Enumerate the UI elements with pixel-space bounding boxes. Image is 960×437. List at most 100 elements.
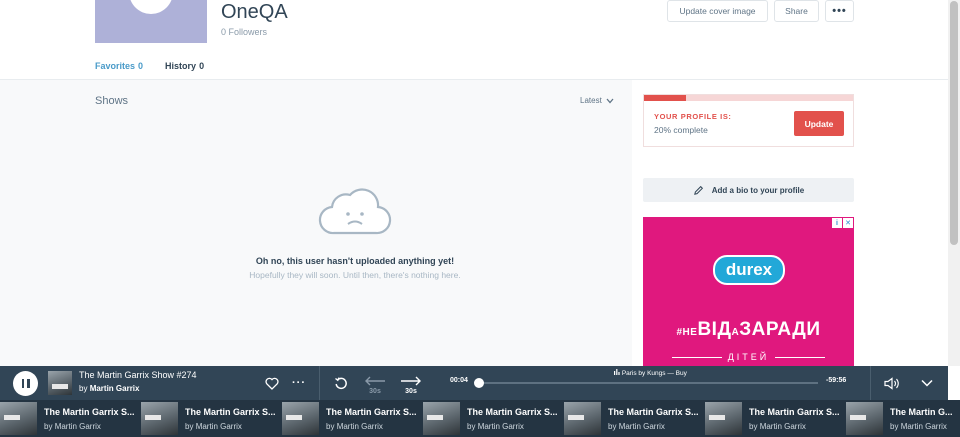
tab-favorites[interactable]: Favorites 0 <box>95 55 144 81</box>
queue-item[interactable]: The Martin Garrix S... by Martin Garrix <box>141 400 282 437</box>
remaining-time: -59:56 <box>826 377 847 384</box>
tab-count: 0 <box>138 61 144 71</box>
queue-item-artist[interactable]: by Martin Garrix <box>44 422 101 431</box>
seek-bar[interactable] <box>478 382 818 384</box>
update-cover-button[interactable]: Update cover image <box>667 0 768 22</box>
ad-subtitle: ДІТЕЙ <box>643 352 854 362</box>
avatar[interactable] <box>129 0 173 14</box>
profile-tabs: Favorites 0 History 0 <box>95 55 204 81</box>
now-playing-label: Paris by Kungs — Buy <box>621 370 687 377</box>
page: OneQA 0 Followers Update cover image Sha… <box>0 0 960 437</box>
forward-30-icon[interactable]: 30s <box>398 372 424 396</box>
ad-slogan-post: ЗАРАДИ <box>739 319 821 340</box>
sort-dropdown[interactable]: Latest <box>580 96 614 105</box>
queue-item-title[interactable]: The Martin G... <box>890 407 953 417</box>
player-divider <box>870 366 871 400</box>
queue-item-title[interactable]: The Martin Garrix S... <box>467 407 558 417</box>
queue-item-title[interactable]: The Martin Garrix S... <box>185 407 276 417</box>
queue-item-artist[interactable]: by Martin Garrix <box>608 422 665 431</box>
ad-slogan-pre: #НЕ <box>676 327 698 338</box>
player-artist[interactable]: by Martin Garrix <box>79 384 139 393</box>
queue-item-by: by <box>185 422 194 431</box>
tab-history[interactable]: History 0 <box>165 55 204 80</box>
page-scrollbar[interactable] <box>948 0 960 366</box>
followers-count[interactable]: 0 Followers <box>221 27 267 37</box>
queue-item-artist-name: Martin Garrix <box>900 422 947 431</box>
queue-cover-art[interactable] <box>141 402 178 435</box>
ad-badges: i ✕ <box>832 218 853 228</box>
queue-item-artist-name: Martin Garrix <box>195 422 242 431</box>
queue-item-by: by <box>608 422 617 431</box>
profile-name: OneQA <box>221 1 288 23</box>
rewind-30-label: 30s <box>369 388 381 395</box>
queue-cover-art[interactable] <box>705 402 742 435</box>
player-track-title[interactable]: The Martin Garrix Show #274 <box>79 370 197 380</box>
queue-item-artist-name: Martin Garrix <box>618 422 665 431</box>
scrollbar-thumb[interactable] <box>950 1 958 245</box>
more-options-button[interactable]: ••• <box>825 0 854 22</box>
queue-item-title[interactable]: The Martin Garrix S... <box>749 407 840 417</box>
chevron-down-icon <box>606 98 614 103</box>
queue-item[interactable]: The Martin Garrix S... by Martin Garrix <box>423 400 564 437</box>
profile-cover-avatar[interactable] <box>95 0 207 43</box>
rewind-30-icon[interactable]: 30s <box>362 372 388 396</box>
queue-item-artist-name: Martin Garrix <box>54 422 101 431</box>
queue-item-artist[interactable]: by Martin Garrix <box>326 422 383 431</box>
queue-cover-art[interactable] <box>0 402 37 435</box>
heart-icon[interactable] <box>264 375 280 391</box>
player-artist-name: Martin Garrix <box>89 384 140 393</box>
share-button[interactable]: Share <box>774 0 819 22</box>
ad-logo: durex <box>713 255 785 285</box>
update-profile-button[interactable]: Update <box>794 111 844 136</box>
queue-item-title[interactable]: The Martin Garrix S... <box>326 407 417 417</box>
queue-item[interactable]: The Martin Garrix S... by Martin Garrix <box>0 400 141 437</box>
queue-item[interactable]: The Martin Garrix S... by Martin Garrix <box>282 400 423 437</box>
ad-close-icon[interactable]: ✕ <box>843 218 853 228</box>
queue-item[interactable]: The Martin Garrix S... by Martin Garrix <box>564 400 705 437</box>
queue-item-artist[interactable]: by Martin Garrix <box>749 422 806 431</box>
chevron-down-icon[interactable] <box>918 375 936 391</box>
queue-item[interactable]: The Martin Garrix S... by Martin Garrix <box>705 400 846 437</box>
queue-cover-art[interactable] <box>564 402 601 435</box>
player-divider <box>319 366 320 400</box>
profile-progress-track <box>644 95 853 101</box>
profile-completion-card: YOUR PROFILE IS: 20% complete Update <box>643 94 854 147</box>
queue-item-by: by <box>326 422 335 431</box>
queue-item-title[interactable]: The Martin Garrix S... <box>608 407 699 417</box>
queue-item-artist-name: Martin Garrix <box>759 422 806 431</box>
ad-slogan: #НЕВІДАЗАРАДИ <box>643 319 854 341</box>
player-by: by <box>79 384 88 393</box>
more-icon[interactable]: ··· <box>290 375 308 391</box>
queue-cover-art[interactable] <box>423 402 460 435</box>
equalizer-icon <box>614 369 620 375</box>
queue-cover-art[interactable] <box>846 402 883 435</box>
empty-state-title: Oh no, this user hasn't uploaded anythin… <box>255 256 455 266</box>
profile-status-label: YOUR PROFILE IS: <box>654 112 732 121</box>
queue-item-artist[interactable]: by Martin Garrix <box>890 422 947 431</box>
sort-label: Latest <box>580 96 602 105</box>
pause-button[interactable] <box>13 371 38 396</box>
queue-strip: The Martin Garrix S... by Martin Garrix Th… <box>0 400 960 437</box>
shows-title: Shows <box>95 95 129 107</box>
queue-item-title[interactable]: The Martin Garrix S... <box>44 407 135 417</box>
tab-label: History <box>165 61 197 71</box>
queue-item[interactable]: The Martin G... by Martin Garrix <box>846 400 960 437</box>
ad-slogan-mid: ВІД <box>697 319 732 340</box>
add-bio-button[interactable]: Add a bio to your profile <box>643 178 854 202</box>
queue-item-artist-name: Martin Garrix <box>477 422 524 431</box>
volume-icon[interactable] <box>883 375 901 391</box>
player-cover-art[interactable] <box>48 371 72 395</box>
advertisement[interactable]: i ✕ durex #НЕВІДАЗАРАДИ ДІТЕЙ <box>643 217 854 367</box>
queue-item-by: by <box>467 422 476 431</box>
forward-30-label: 30s <box>405 388 417 395</box>
empty-state-subtitle: Hopefully they will soon. Until then, th… <box>249 270 461 280</box>
profile-percent: 20% complete <box>654 125 708 135</box>
replay-icon[interactable] <box>333 374 349 392</box>
queue-item-by: by <box>890 422 899 431</box>
ad-info-icon[interactable]: i <box>832 218 842 228</box>
pencil-icon <box>693 185 703 195</box>
queue-item-artist[interactable]: by Martin Garrix <box>185 422 242 431</box>
queue-cover-art[interactable] <box>282 402 319 435</box>
queue-item-artist[interactable]: by Martin Garrix <box>467 422 524 431</box>
now-playing-track[interactable]: Paris by Kungs — Buy <box>614 369 687 377</box>
